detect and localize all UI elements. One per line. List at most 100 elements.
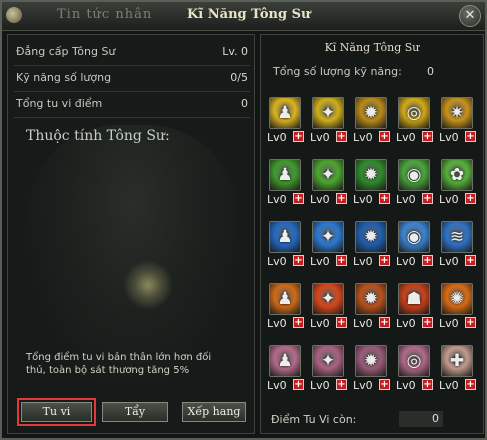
add-point-icon[interactable]: + [422,255,433,266]
skill-slot[interactable]: ✦ Lv0 + [310,157,347,211]
fire-burst-icon[interactable]: ✺ [441,283,473,315]
burst-arrows-icon[interactable]: ✹ [355,159,387,191]
skill-slot[interactable]: ✹ Lv0 + [353,281,390,335]
skill-glyph: ♟ [277,103,293,123]
skill-slot[interactable]: ≋ Lv0 + [439,219,476,273]
skill-slot[interactable]: ♟ Lv0 + [267,343,304,397]
skill-slot[interactable]: ♟ Lv0 + [267,219,304,273]
skill-slot[interactable]: ☗ Lv0 + [396,281,433,335]
title-bar: Tin tức nhân Kĩ Năng Tông Sư ✕ [2,2,485,31]
lotus-icon[interactable]: ✿ [441,159,473,191]
add-point-icon[interactable]: + [336,131,347,142]
skill-level: Lv0 [353,379,373,392]
skill-slot[interactable]: ✦ Lv0 + [310,219,347,273]
spiral-icon[interactable]: ◎ [398,97,430,129]
add-point-icon[interactable]: + [422,317,433,328]
divider [14,91,250,92]
skill-level: Lv0 [267,379,287,392]
add-point-icon[interactable]: + [379,379,390,390]
tay-button[interactable]: Tẩy [102,402,168,422]
burst-arrows-icon[interactable]: ✹ [355,97,387,129]
burst-arrows-icon[interactable]: ✹ [355,221,387,253]
master-skills-panel: Kĩ Năng Tông Sư Tổng số lượng kỹ năng: 0… [260,34,484,434]
skill-glyph: ♟ [277,289,293,309]
skill-slot[interactable]: ✷ Lv0 + [439,95,476,149]
add-point-icon[interactable]: + [293,131,304,142]
vortex-icon[interactable]: ◉ [398,159,430,191]
cross-emblem-icon[interactable]: ✚ [441,345,473,377]
spiral-icon[interactable]: ◎ [398,345,430,377]
wing-blade-icon[interactable]: ✦ [312,159,344,191]
skill-slot[interactable]: ✹ Lv0 + [353,157,390,211]
add-point-icon[interactable]: + [422,193,433,204]
add-point-icon[interactable]: + [293,255,304,266]
flame-shield-icon[interactable]: ✷ [441,97,473,129]
burst-arrows-icon[interactable]: ✹ [355,283,387,315]
wing-blade-icon[interactable]: ✦ [312,221,344,253]
add-point-icon[interactable]: + [293,379,304,390]
add-point-icon[interactable]: + [379,317,390,328]
add-point-icon[interactable]: + [293,193,304,204]
add-point-icon[interactable]: + [465,131,476,142]
warrior-figure-icon[interactable]: ♟ [269,283,301,315]
skill-level: Lv0 [267,131,287,144]
tab-master-skills[interactable]: Kĩ Năng Tông Sư [187,7,310,22]
demon-icon[interactable]: ☗ [398,283,430,315]
skill-slot[interactable]: ♟ Lv0 + [267,95,304,149]
tu-vi-button[interactable]: Tu vi [21,402,92,422]
wing-blade-icon[interactable]: ✦ [312,97,344,129]
stat-skill-count: Kỹ năng số lượng 0/5 [16,71,248,89]
skill-glyph: ♟ [277,227,293,247]
skill-glyph: ✹ [363,165,379,185]
skill-level: Lv0 [353,131,373,144]
skill-slot[interactable]: ◎ Lv0 + [396,95,433,149]
skill-slot[interactable]: ◉ Lv0 + [396,157,433,211]
tab-character-info[interactable]: Tin tức nhân [57,7,152,22]
vortex-icon[interactable]: ◉ [398,221,430,253]
skill-slot[interactable]: ✦ Lv0 + [310,281,347,335]
skill-slot[interactable]: ✺ Lv0 + [439,281,476,335]
add-point-icon[interactable]: + [293,317,304,328]
burst-arrows-icon[interactable]: ✹ [355,345,387,377]
skill-slot[interactable]: ✦ Lv0 + [310,343,347,397]
skill-slot[interactable]: ✹ Lv0 + [353,343,390,397]
skill-slot[interactable]: ✚ Lv0 + [439,343,476,397]
skill-slot[interactable]: ♟ Lv0 + [267,157,304,211]
add-point-icon[interactable]: + [379,255,390,266]
skill-slot[interactable]: ✿ Lv0 + [439,157,476,211]
add-point-icon[interactable]: + [465,193,476,204]
add-point-icon[interactable]: + [422,379,433,390]
remaining-points-label: Điểm Tu Vi còn: [271,413,357,426]
warrior-figure-icon[interactable]: ♟ [269,159,301,191]
add-point-icon[interactable]: + [379,131,390,142]
wing-blade-icon[interactable]: ✦ [312,283,344,315]
warrior-figure-icon[interactable]: ♟ [269,97,301,129]
wave-icon[interactable]: ≋ [441,221,473,253]
skill-slot[interactable]: ✦ Lv0 + [310,95,347,149]
add-point-icon[interactable]: + [465,379,476,390]
skill-level: Lv0 [353,193,373,206]
skill-slot[interactable]: ✹ Lv0 + [353,95,390,149]
window-emblem-icon [6,7,22,23]
warrior-figure-icon[interactable]: ♟ [269,221,301,253]
add-point-icon[interactable]: + [465,255,476,266]
skill-slot[interactable]: ◉ Lv0 + [396,219,433,273]
add-point-icon[interactable]: + [465,317,476,328]
skill-glyph: ✦ [320,165,336,185]
wing-blade-icon[interactable]: ✦ [312,345,344,377]
add-point-icon[interactable]: + [336,255,347,266]
skill-slot[interactable]: ◎ Lv0 + [396,343,433,397]
skill-level: Lv0 [310,255,330,268]
add-point-icon[interactable]: + [379,193,390,204]
master-silhouette-background [28,125,238,385]
close-icon[interactable]: ✕ [459,5,481,27]
add-point-icon[interactable]: + [422,131,433,142]
xep-hang-button[interactable]: Xếp hang [182,402,246,422]
skill-slot[interactable]: ♟ Lv0 + [267,281,304,335]
warrior-figure-icon[interactable]: ♟ [269,345,301,377]
add-point-icon[interactable]: + [336,193,347,204]
add-point-icon[interactable]: + [336,379,347,390]
skill-slot[interactable]: ✹ Lv0 + [353,219,390,273]
divider [14,117,250,118]
add-point-icon[interactable]: + [336,317,347,328]
